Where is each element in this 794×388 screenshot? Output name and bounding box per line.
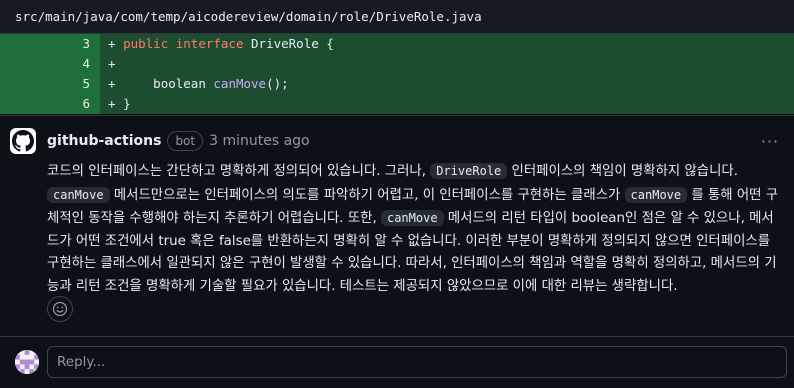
add-reaction-button[interactable] xyxy=(47,296,73,322)
inline-code: canMove xyxy=(47,186,110,203)
diff-line: 6 + } xyxy=(0,94,794,114)
code-line: + } xyxy=(100,94,794,114)
file-path[interactable]: src/main/java/com/temp/aicodereview/doma… xyxy=(15,9,482,24)
closing-brace: } xyxy=(123,96,131,111)
inline-code: canMove xyxy=(624,186,688,203)
user-avatar[interactable] xyxy=(15,350,39,374)
comment-text: 메서드만으로는 인터페이스의 의도를 파악하기 어렵고, 이 인터페이스를 구현… xyxy=(109,187,625,203)
diff-sign: + xyxy=(108,56,116,71)
keyword-public: public xyxy=(123,36,169,51)
diff-line: 5 + boolean canMove(); xyxy=(0,74,794,94)
line-number[interactable]: 5 xyxy=(0,74,100,94)
keyword-interface: interface xyxy=(175,36,244,51)
diff-sign: + xyxy=(108,96,116,111)
diff-sign: + xyxy=(108,36,116,51)
method-name: canMove xyxy=(213,76,267,91)
return-type: boolean xyxy=(153,76,206,91)
author-name[interactable]: github-actions xyxy=(47,133,161,149)
timestamp[interactable]: 3 minutes ago xyxy=(209,133,310,149)
bot-badge: bot xyxy=(167,131,204,151)
reply-input[interactable] xyxy=(47,346,787,378)
inline-code: canMove xyxy=(380,210,444,226)
more-options-icon[interactable]: ··· xyxy=(760,133,780,151)
identicon-icon xyxy=(15,350,39,374)
comment-text: 코드의 인터페이스는 간단하고 명확하게 정의되어 있습니다. 그러나, xyxy=(47,164,431,179)
diff-sign: + xyxy=(108,76,116,91)
diff-line: 3 + public interface DriveRole { xyxy=(0,34,794,54)
line-number[interactable]: 6 xyxy=(0,94,100,114)
interface-name: DriveRole { xyxy=(251,36,334,51)
code-line: + xyxy=(100,54,794,74)
github-avatar[interactable] xyxy=(10,128,36,154)
line-number[interactable]: 3 xyxy=(0,34,100,54)
comment-header: github-actions bot 3 minutes ago xyxy=(47,131,310,151)
comment-body: 코드의 인터페이스는 간단하고 명확하게 정의되어 있습니다. 그러나, Dri… xyxy=(47,160,782,298)
method-parens: (); xyxy=(266,76,289,91)
divider xyxy=(0,115,794,116)
comment-text: 인터페이스의 책임이 명확하지 않습니다. xyxy=(507,164,738,179)
diff-line: 4 + xyxy=(0,54,794,74)
github-logo-icon xyxy=(12,130,34,152)
reply-bar xyxy=(0,336,794,388)
file-path-header: src/main/java/com/temp/aicodereview/doma… xyxy=(0,0,794,34)
inline-code: DriveRole xyxy=(430,163,508,179)
smiley-icon xyxy=(52,301,68,317)
diff-view: 3 + public interface DriveRole { 4 + 5 +… xyxy=(0,34,794,114)
line-number[interactable]: 4 xyxy=(0,54,100,74)
code-line: + boolean canMove(); xyxy=(100,74,794,94)
code-line: + public interface DriveRole { xyxy=(100,34,794,54)
